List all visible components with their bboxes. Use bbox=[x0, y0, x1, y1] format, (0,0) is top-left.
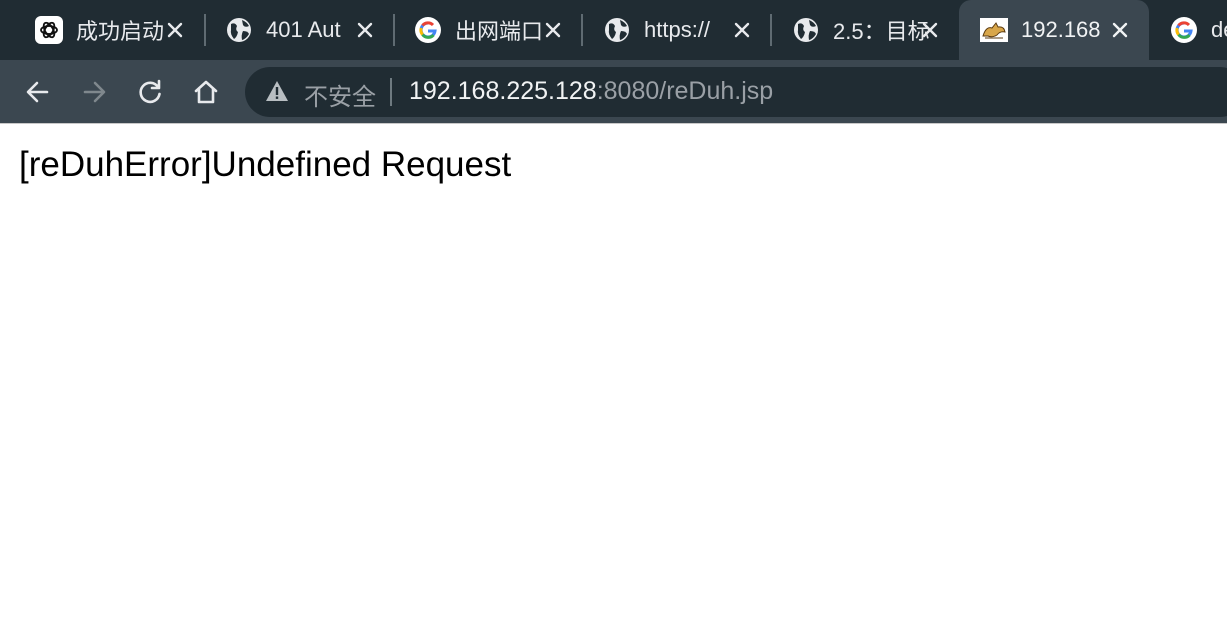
tab-401-auth[interactable]: 401 Aut bbox=[204, 0, 394, 60]
close-tab-icon[interactable] bbox=[538, 15, 568, 45]
url-host: 192.168.225.128 bbox=[409, 77, 597, 105]
reload-button[interactable] bbox=[130, 72, 170, 112]
warning-triangle-icon[interactable] bbox=[265, 80, 289, 107]
url-path: :8080/reDuh.jsp bbox=[596, 77, 774, 105]
error-message: [reDuhError]Undefined Request bbox=[19, 145, 512, 184]
close-tab-icon[interactable] bbox=[727, 15, 757, 45]
tab-target[interactable]: 2.5：目标 bbox=[771, 0, 959, 60]
close-tab-icon[interactable] bbox=[350, 15, 380, 45]
tab-active-reduh[interactable]: 192.168 bbox=[959, 0, 1149, 60]
forward-button[interactable] bbox=[74, 72, 114, 112]
address-bar[interactable]: 不安全 192.168.225.128:8080/reDuh.jsp bbox=[245, 67, 1227, 117]
globe-icon bbox=[602, 15, 632, 45]
tab-https[interactable]: https:// bbox=[582, 0, 771, 60]
url-text[interactable]: 192.168.225.128:8080/reDuh.jsp bbox=[409, 77, 773, 106]
tab-google-de[interactable]: de bbox=[1149, 0, 1227, 60]
chatgpt-icon bbox=[34, 15, 64, 45]
tab-chatgpt[interactable]: 成功启动 bbox=[14, 0, 204, 60]
globe-icon bbox=[224, 15, 254, 45]
home-button[interactable] bbox=[186, 72, 226, 112]
tab-outbound-ports[interactable]: 出网端口 bbox=[393, 0, 582, 60]
page-content: [reDuhError]Undefined Request bbox=[0, 124, 1227, 622]
omnibox-divider bbox=[390, 78, 392, 106]
google-icon bbox=[1169, 15, 1199, 45]
reload-icon bbox=[139, 79, 161, 104]
close-tab-icon[interactable] bbox=[160, 15, 190, 45]
back-button[interactable] bbox=[18, 72, 58, 112]
security-status-label[interactable]: 不安全 bbox=[304, 77, 376, 112]
close-tab-icon[interactable] bbox=[915, 15, 945, 45]
forward-arrow-icon bbox=[83, 81, 106, 103]
google-icon bbox=[413, 15, 443, 45]
globe-icon bbox=[791, 15, 821, 45]
tab-title: de bbox=[1211, 17, 1227, 42]
tab-strip: 成功启动 401 Aut 出网端口 https:// 2.5：目标 192.16… bbox=[0, 0, 1227, 60]
browser-toolbar: 不安全 192.168.225.128:8080/reDuh.jsp bbox=[0, 60, 1227, 123]
close-tab-icon[interactable] bbox=[1105, 15, 1135, 45]
home-icon bbox=[194, 80, 218, 104]
back-arrow-icon bbox=[26, 81, 49, 103]
tomcat-icon bbox=[979, 15, 1009, 45]
